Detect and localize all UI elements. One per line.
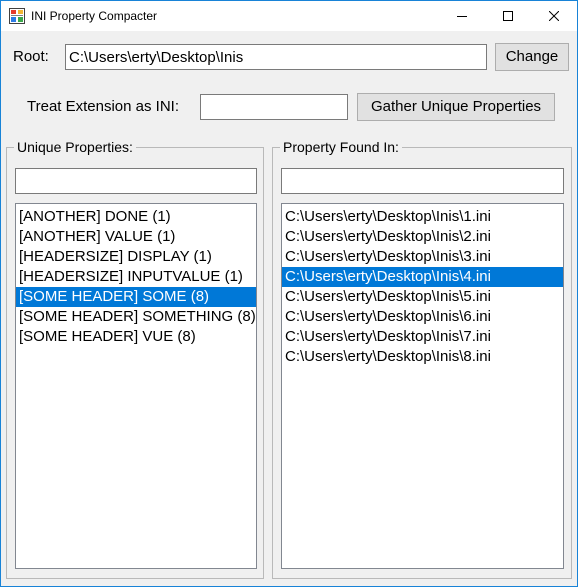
- list-item[interactable]: C:\Users\erty\Desktop\Inis\6.ini: [282, 307, 563, 327]
- extension-input[interactable]: [200, 94, 348, 120]
- list-item[interactable]: [HEADERSIZE] DISPLAY (1): [16, 247, 256, 267]
- property-found-in-title: Property Found In:: [280, 139, 402, 155]
- gather-unique-properties-button[interactable]: Gather Unique Properties: [357, 93, 555, 121]
- unique-properties-list[interactable]: [ANOTHER] DONE (1) [ANOTHER] VALUE (1) [HE…: [15, 203, 257, 569]
- list-item[interactable]: [SOME HEADER] SOMETHING (8): [16, 307, 256, 327]
- close-button[interactable]: [531, 1, 577, 31]
- list-item[interactable]: C:\Users\erty\Desktop\Inis\4.ini: [282, 267, 563, 287]
- root-label: Root:: [13, 48, 49, 65]
- property-found-in-list[interactable]: C:\Users\erty\Desktop\Inis\1.ini C:\Users…: [281, 203, 564, 569]
- title-bar[interactable]: INI Property Compacter: [1, 1, 577, 31]
- minimize-button[interactable]: [439, 1, 485, 31]
- list-item[interactable]: [ANOTHER] DONE (1): [16, 207, 256, 227]
- minimize-icon: [457, 16, 467, 17]
- unique-properties-title: Unique Properties:: [14, 139, 136, 155]
- list-item[interactable]: C:\Users\erty\Desktop\Inis\2.ini: [282, 227, 563, 247]
- close-icon: [549, 11, 559, 21]
- extension-label: Treat Extension as INI:: [27, 98, 180, 115]
- maximize-icon: [503, 11, 513, 21]
- list-item[interactable]: C:\Users\erty\Desktop\Inis\1.ini: [282, 207, 563, 227]
- app-icon: [9, 8, 25, 24]
- change-button[interactable]: Change: [495, 43, 569, 71]
- app-window: INI Property Compacter Root: Change Trea…: [0, 0, 578, 587]
- list-item[interactable]: C:\Users\erty\Desktop\Inis\8.ini: [282, 347, 563, 367]
- list-item[interactable]: C:\Users\erty\Desktop\Inis\5.ini: [282, 287, 563, 307]
- unique-properties-group: Unique Properties: [ANOTHER] DONE (1) [AN…: [6, 139, 264, 579]
- unique-properties-filter-input[interactable]: [15, 168, 257, 194]
- maximize-button[interactable]: [485, 1, 531, 31]
- list-item[interactable]: C:\Users\erty\Desktop\Inis\7.ini: [282, 327, 563, 347]
- list-item[interactable]: [SOME HEADER] SOME (8): [16, 287, 256, 307]
- list-item[interactable]: C:\Users\erty\Desktop\Inis\3.ini: [282, 247, 563, 267]
- list-item[interactable]: [ANOTHER] VALUE (1): [16, 227, 256, 247]
- list-item[interactable]: [HEADERSIZE] INPUTVALUE (1): [16, 267, 256, 287]
- list-item[interactable]: [SOME HEADER] VUE (8): [16, 327, 256, 347]
- property-found-in-group: Property Found In: C:\Users\erty\Desktop…: [272, 139, 572, 579]
- property-found-in-filter-input[interactable]: [281, 168, 564, 194]
- window-title: INI Property Compacter: [31, 9, 158, 23]
- root-path-input[interactable]: [65, 44, 487, 70]
